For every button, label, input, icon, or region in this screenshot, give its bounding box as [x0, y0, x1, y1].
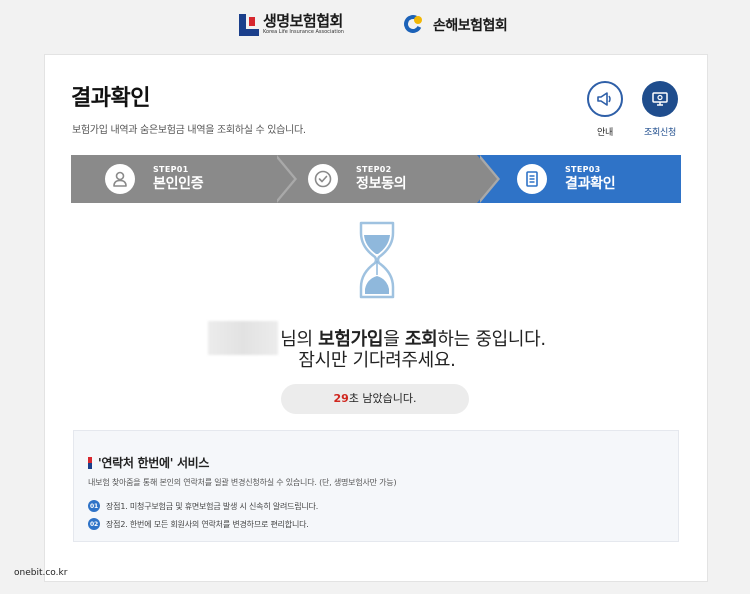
step-1-name: 본인인증: [153, 176, 204, 192]
nonlife-insurance-association-logo[interactable]: 손해보험협회: [401, 12, 508, 37]
hourglass-icon: [359, 221, 395, 299]
step-2-name: 정보동의: [356, 176, 407, 192]
service-title: '연락처 한번에' 서비스: [88, 454, 209, 471]
step-2: STEP02 정보동의: [274, 155, 500, 203]
logo-life-en: Korea Life Insurance Association: [263, 29, 344, 35]
step-1-number: STEP01: [153, 165, 189, 174]
logo-life-ko: 생명보험협회: [263, 12, 343, 30]
logo-nonlife-ko: 손해보험협회: [433, 18, 508, 34]
service-benefit-2: 02 장점2. 한번에 모든 회원사의 연락처를 변경하므로 편리합니다.: [88, 518, 309, 530]
step-3-name: 결과확인: [565, 176, 616, 192]
nonlife-insurance-logo-icon: [401, 12, 428, 37]
service-description: 내보험 찾아줌을 통해 본인의 연락처를 일괄 변경신청하실 수 있습니다. (…: [88, 478, 397, 487]
life-insurance-logo-icon: [239, 13, 259, 36]
check-circle-icon: [314, 170, 332, 188]
document-icon: [526, 171, 538, 187]
guide-button[interactable]: 안내: [583, 81, 627, 138]
number-badge: 01: [88, 500, 100, 512]
header: 생명보험협회 Korea Life Insurance Association …: [0, 0, 750, 52]
person-icon: [113, 171, 127, 187]
page-description: 보험가입 내역과 숨은보험금 내역을 조회하실 수 있습니다.: [72, 125, 306, 136]
flag-icon: [88, 456, 92, 469]
number-badge: 02: [88, 518, 100, 530]
guide-label: 안내: [597, 128, 613, 138]
step-1: STEP01 본인인증: [71, 155, 297, 203]
countdown-timer: 29초 남았습니다.: [281, 384, 469, 414]
step-2-number: STEP02: [356, 165, 392, 174]
megaphone-icon: [597, 92, 611, 106]
countdown-seconds: 29: [333, 392, 349, 405]
contact-service-box: '연락처 한번에' 서비스 내보험 찾아줌을 통해 본인의 연락처를 일괄 변경…: [73, 430, 679, 542]
lookup-apply-button[interactable]: 조회신청: [638, 81, 682, 138]
monitor-icon: [652, 92, 668, 106]
step-3-number: STEP03: [565, 165, 601, 174]
lookup-apply-label: 조회신청: [644, 128, 676, 138]
watermark: onebit.co.kr: [14, 568, 68, 578]
loading-message-line2: 잠시만 기다려주세요.: [298, 350, 456, 371]
step-3: STEP03 결과확인: [477, 155, 681, 203]
page-title: 결과확인: [71, 86, 150, 111]
life-insurance-association-logo[interactable]: 생명보험협회 Korea Life Insurance Association: [239, 13, 344, 36]
service-benefit-1: 01 장점1. 미청구보험금 및 휴면보험금 발생 시 신속히 알려드립니다.: [88, 500, 318, 512]
main-card: 결과확인 보험가입 내역과 숨은보험금 내역을 조회하실 수 있습니다. 안내 …: [44, 54, 708, 582]
step-progress: STEP01 본인인증 STEP02 정보동의 STEP03 결과확인: [71, 155, 681, 203]
